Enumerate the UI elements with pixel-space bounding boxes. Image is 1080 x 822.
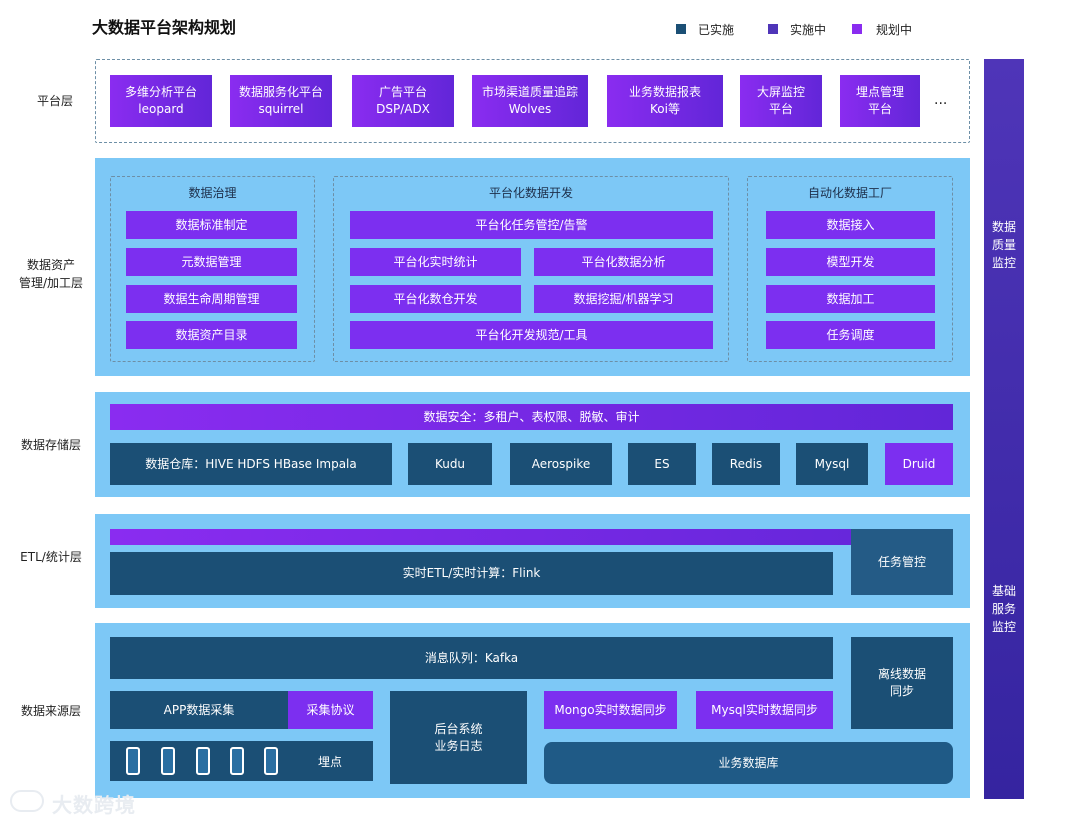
auto-factory-scheduling: 任务调度 xyxy=(766,321,935,349)
platform-more-ellipsis: ... xyxy=(934,92,948,108)
etl-task-control: 任务管控 xyxy=(851,529,953,595)
etl-flink: 实时ETL/实时计算：Flink xyxy=(110,552,833,595)
platform-item-leopard: 多维分析平台 leopard xyxy=(110,75,212,127)
auto-factory-processing: 数据加工 xyxy=(766,285,935,313)
platform-item-tracking-mgmt: 埋点管理 平台 xyxy=(840,75,920,127)
storage-kudu: Kudu xyxy=(408,443,492,485)
source-mongo-sync: Mongo实时数据同步 xyxy=(544,691,677,729)
platform-item-wolves: 市场渠道质量追踪 Wolves xyxy=(472,75,588,127)
storage-druid: Druid xyxy=(885,443,953,485)
storage-security-bar: 数据安全：多租户、表权限、脱敏、审计 xyxy=(110,404,953,430)
auto-factory-ingest: 数据接入 xyxy=(766,211,935,239)
data-quality-monitor-label: 数据 质量 监控 xyxy=(991,220,1016,270)
governance-item-standard: 数据标准制定 xyxy=(126,211,297,239)
phone-icon xyxy=(126,747,140,775)
legend-swatch-implemented xyxy=(676,24,686,34)
platform-dev-standard-tools: 平台化开发规范/工具 xyxy=(350,321,713,349)
phone-icon xyxy=(230,747,244,775)
governance-title: 数据治理 xyxy=(188,186,237,200)
platform-dev-title: 平台化数据开发 xyxy=(488,186,573,200)
source-offline-sync: 离线数据 同步 xyxy=(851,637,953,729)
storage-mysql: Mysql xyxy=(796,443,868,485)
platform-dev-warehouse: 平台化数仓开发 xyxy=(350,285,521,313)
source-backend-log: 后台系统 业务日志 xyxy=(390,691,527,784)
legend-label-implemented: 已实施 xyxy=(698,23,735,37)
layer-label-storage: 数据存储层 xyxy=(20,438,81,452)
diagram-title: 大数据平台架构规划 xyxy=(92,18,237,37)
watermark-logo-icon xyxy=(10,790,44,812)
layer-label-etl: ETL/统计层 xyxy=(20,550,82,564)
phone-icon xyxy=(196,747,210,775)
platform-item-koi: 业务数据报表 Koi等 xyxy=(607,75,723,127)
platform-item-squirrel: 数据服务化平台 squirrel xyxy=(230,75,332,127)
etl-planned-bar xyxy=(110,529,953,545)
source-mysql-sync: Mysql实时数据同步 xyxy=(696,691,833,729)
base-service-monitor-label: 基础 服务 监控 xyxy=(991,584,1016,634)
source-collect-protocol: 采集协议 xyxy=(288,691,373,729)
storage-warehouse: 数据仓库：HIVE HDFS HBase Impala xyxy=(110,443,392,485)
storage-redis: Redis xyxy=(712,443,780,485)
platform-dev-mining-ml: 数据挖掘/机器学习 xyxy=(534,285,713,313)
legend-swatch-in-progress xyxy=(768,24,778,34)
phone-icon xyxy=(264,747,278,775)
layer-label-platform: 平台层 xyxy=(36,94,73,108)
platform-item-screen-monitor: 大屏监控 平台 xyxy=(740,75,822,127)
governance-item-catalog: 数据资产目录 xyxy=(126,321,297,349)
source-business-db: 业务数据库 xyxy=(544,742,953,784)
platform-dev-task-control: 平台化任务管控/告警 xyxy=(350,211,713,239)
auto-factory-modeling: 模型开发 xyxy=(766,248,935,276)
legend-label-in-progress: 实施中 xyxy=(790,23,827,37)
source-tracking-label: 埋点 xyxy=(318,755,343,769)
legend-label-planned: 规划中 xyxy=(876,23,913,37)
layer-label-asset: 数据资产 管理/加工层 xyxy=(18,258,84,290)
legend-swatch-planned xyxy=(852,24,862,34)
governance-item-metadata: 元数据管理 xyxy=(126,248,297,276)
source-kafka: 消息队列：Kafka xyxy=(110,637,833,679)
platform-dev-data-analysis: 平台化数据分析 xyxy=(534,248,713,276)
monitoring-side-bar xyxy=(984,59,1024,799)
source-app-collect: APP数据采集 xyxy=(110,691,288,729)
storage-es: ES xyxy=(628,443,696,485)
storage-aerospike: Aerospike xyxy=(510,443,612,485)
auto-factory-title: 自动化数据工厂 xyxy=(807,186,892,200)
platform-dev-realtime-stat: 平台化实时统计 xyxy=(350,248,521,276)
governance-item-lifecycle: 数据生命周期管理 xyxy=(126,285,297,313)
platform-item-dsp-adx: 广告平台 DSP/ADX xyxy=(352,75,454,127)
layer-label-source: 数据来源层 xyxy=(20,704,81,718)
phone-icon xyxy=(161,747,175,775)
watermark-text: 大数跨境 xyxy=(52,793,136,817)
